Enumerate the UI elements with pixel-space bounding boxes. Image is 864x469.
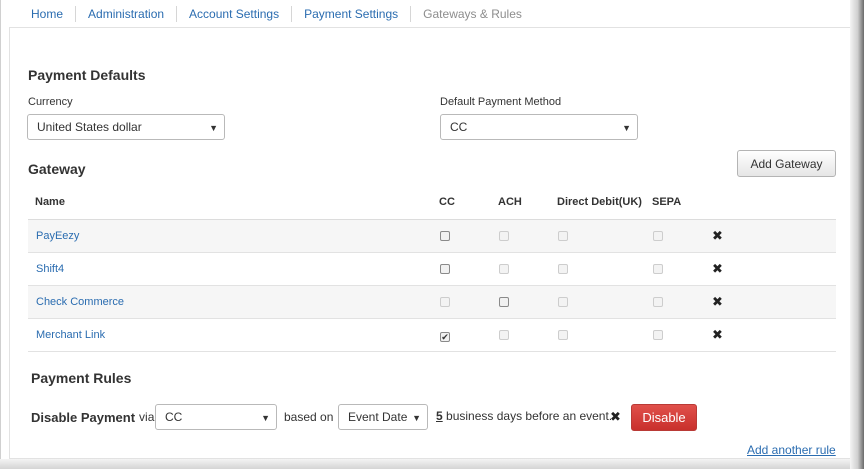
remove-gateway-icon[interactable]: ✖ [712, 294, 723, 309]
gateway-name-cell: PayEezy [28, 219, 432, 253]
payment-defaults-title: Payment Defaults [28, 67, 146, 83]
gateway-cc-checkbox [440, 297, 450, 307]
gateway-name-cell: Check Commerce [28, 285, 432, 319]
gateway-name-cell: Shift4 [28, 252, 432, 286]
gateway-name-cell: Merchant Link [28, 318, 432, 352]
gateway-name-link[interactable]: PayEezy [36, 230, 79, 242]
gateway-sepa-checkbox [653, 297, 663, 307]
rule-method-select-value: CC [165, 410, 183, 424]
gateway-cc-cell [432, 219, 491, 253]
window-shadow-bottom [0, 459, 864, 469]
breadcrumb-payment-settings[interactable]: Payment Settings [291, 5, 410, 22]
gateway-dd-cell [550, 252, 645, 286]
remove-rule-icon[interactable]: ✖ [610, 409, 621, 425]
gateway-sepa-cell [645, 252, 704, 286]
gateway-dd-checkbox [558, 264, 568, 274]
gateway-dd-checkbox [558, 330, 568, 340]
gateway-actions-cell: ✖ [704, 252, 836, 286]
gateway-ach-checkbox[interactable] [499, 297, 509, 307]
column-actions [704, 186, 836, 220]
rule-event-select[interactable]: Event Date ▼ [338, 404, 428, 430]
payment-rule-row: Disable Payment via [31, 404, 154, 430]
table-row: PayEezy ✖ [28, 219, 836, 253]
default-method-select[interactable]: CC ▼ [440, 114, 638, 140]
gateway-dd-cell [550, 219, 645, 253]
gateway-sepa-checkbox [653, 330, 663, 340]
gateway-sepa-cell [645, 219, 704, 253]
gateway-table: Name CC ACH Direct Debit(UK) SEPA PayEez… [28, 186, 836, 352]
remove-gateway-icon[interactable]: ✖ [712, 327, 723, 342]
gateway-dd-cell [550, 285, 645, 319]
gateway-ach-checkbox [499, 330, 509, 340]
column-cc: CC [432, 186, 491, 220]
default-method-label: Default Payment Method [440, 96, 562, 108]
gateway-ach-cell [491, 318, 550, 352]
via-text: via [139, 410, 155, 424]
chevron-down-icon: ▼ [412, 413, 421, 423]
gateway-name-link[interactable]: Shift4 [36, 263, 64, 275]
disable-button[interactable]: Disable [631, 404, 697, 431]
rule-method-select[interactable]: CC ▼ [155, 404, 277, 430]
table-row: Shift4 ✖ [28, 252, 836, 286]
gateway-cc-cell [432, 285, 491, 319]
column-name: Name [28, 186, 432, 220]
days-before-text: 5 business days before an event. [436, 409, 612, 423]
gateway-ach-cell [491, 252, 550, 286]
days-value[interactable]: 5 [436, 409, 443, 423]
chevron-down-icon: ▼ [622, 123, 631, 133]
gateway-cc-checkbox[interactable] [440, 264, 450, 274]
gateway-actions-cell: ✖ [704, 219, 836, 253]
gateway-dd-checkbox [558, 231, 568, 241]
gateway-sepa-checkbox [653, 264, 663, 274]
gateway-ach-checkbox [499, 264, 509, 274]
table-row: Check Commerce ✖ [28, 285, 836, 319]
breadcrumb-administration[interactable]: Administration [75, 5, 176, 22]
gateway-cc-cell [432, 252, 491, 286]
column-direct-debit: Direct Debit(UK) [550, 186, 645, 220]
gateway-sepa-cell [645, 285, 704, 319]
days-suffix: business days before an event. [446, 409, 613, 423]
gateway-ach-cell [491, 285, 550, 319]
gateway-actions-cell: ✖ [704, 318, 836, 352]
gateway-sepa-checkbox [653, 231, 663, 241]
gateway-name-link[interactable]: Merchant Link [36, 329, 105, 341]
payment-rules-title: Payment Rules [31, 370, 132, 386]
add-gateway-button[interactable]: Add Gateway [737, 150, 836, 177]
window-shadow-right [850, 0, 864, 469]
rule-event-select-value: Event Date [348, 410, 408, 424]
add-another-rule-link[interactable]: Add another rule [747, 443, 836, 457]
remove-gateway-icon[interactable]: ✖ [712, 261, 723, 276]
table-row: Merchant Link ✔ ✖ [28, 318, 836, 352]
currency-select-value: United States dollar [37, 120, 142, 134]
gateway-cc-cell: ✔ [432, 318, 491, 352]
currency-select[interactable]: United States dollar ▼ [27, 114, 225, 140]
gateway-title: Gateway [28, 161, 86, 177]
column-sepa: SEPA [645, 186, 704, 220]
chevron-down-icon: ▼ [209, 123, 218, 133]
gateway-dd-checkbox [558, 297, 568, 307]
chevron-down-icon: ▼ [261, 413, 270, 423]
breadcrumb-current: Gateways & Rules [410, 5, 534, 22]
breadcrumb-account-settings[interactable]: Account Settings [176, 5, 291, 22]
disable-payment-label: Disable Payment [31, 409, 136, 425]
breadcrumb: Home Administration Account Settings Pay… [1, 0, 534, 27]
default-method-select-value: CC [450, 120, 468, 134]
based-on-text: based on [284, 410, 334, 424]
remove-gateway-icon[interactable]: ✖ [712, 228, 723, 243]
gateway-ach-checkbox [499, 231, 509, 241]
gateway-sepa-cell [645, 318, 704, 352]
window-frame: Home Administration Account Settings Pay… [0, 0, 864, 469]
breadcrumb-home[interactable]: Home [1, 6, 75, 22]
gateway-name-link[interactable]: Check Commerce [36, 296, 124, 308]
gateway-cc-checkbox[interactable]: ✔ [440, 331, 450, 342]
gateway-ach-cell [491, 219, 550, 253]
currency-label: Currency [28, 96, 73, 108]
gateway-dd-cell [550, 318, 645, 352]
gateway-actions-cell: ✖ [704, 285, 836, 319]
column-ach: ACH [491, 186, 550, 220]
gateway-cc-checkbox[interactable] [440, 231, 450, 241]
